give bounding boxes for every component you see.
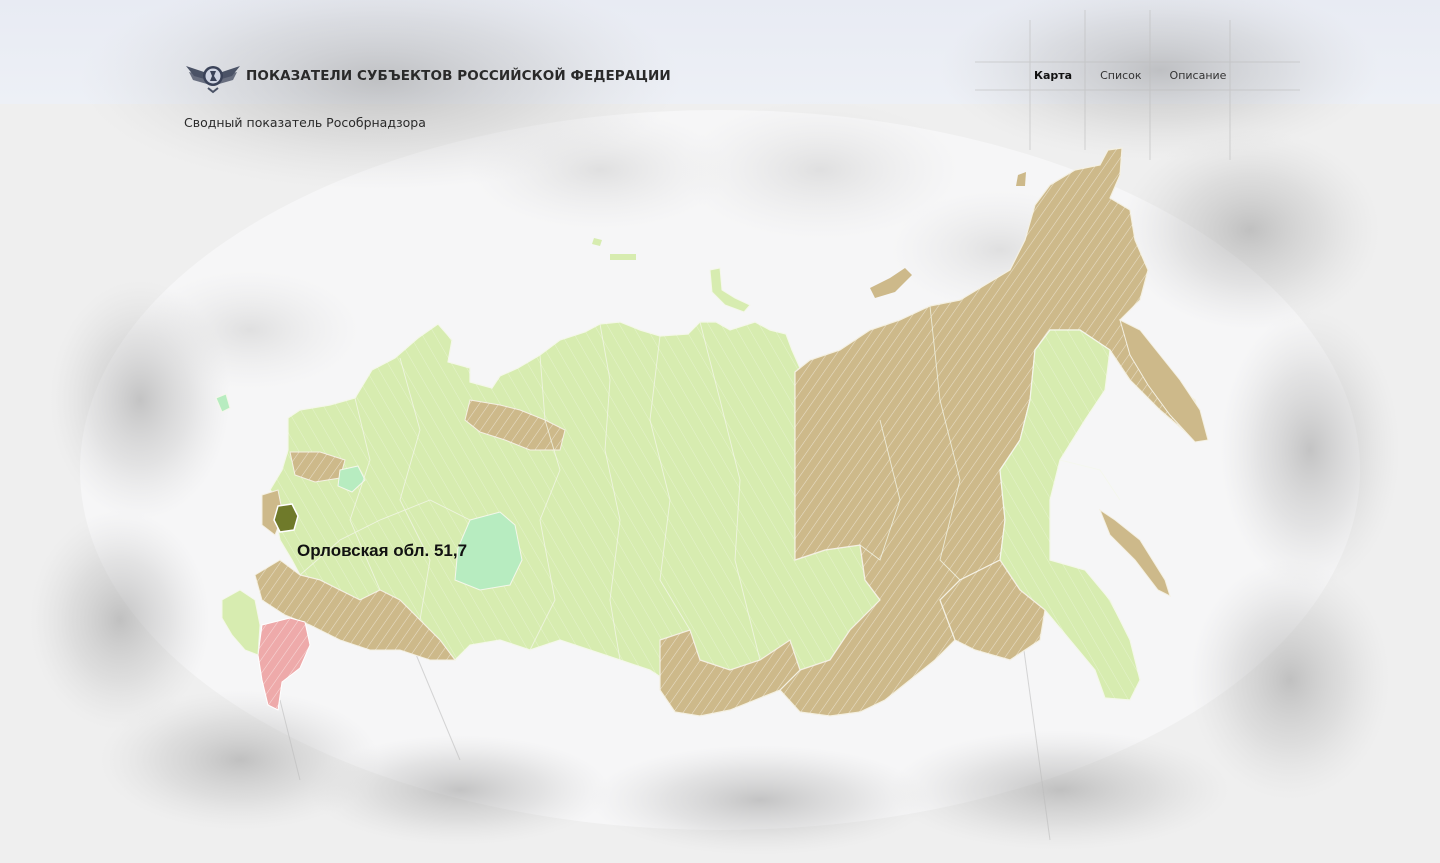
top-nav: Карта Список Описание [1020, 64, 1240, 88]
page-subtitle: Сводный показатель Рособрнадзора [184, 115, 426, 130]
nav-tab-description[interactable]: Описание [1156, 64, 1241, 88]
map-region-orel-highlighted[interactable] [273, 503, 299, 533]
brand[interactable]: ПОКАЗАТЕЛИ СУБЪЕКТОВ РОССИЙСКОЙ ФЕДЕРАЦИ… [184, 58, 671, 94]
eagle-emblem-icon [186, 66, 240, 94]
region-hover-label: Орловская обл. 51,7 [297, 541, 468, 560]
page-title: ПОКАЗАТЕЛИ СУБЪЕКТОВ РОССИЙСКОЙ ФЕДЕРАЦИ… [246, 68, 671, 84]
nav-tab-list[interactable]: Список [1086, 64, 1155, 88]
nav-tab-map[interactable]: Карта [1020, 64, 1086, 88]
